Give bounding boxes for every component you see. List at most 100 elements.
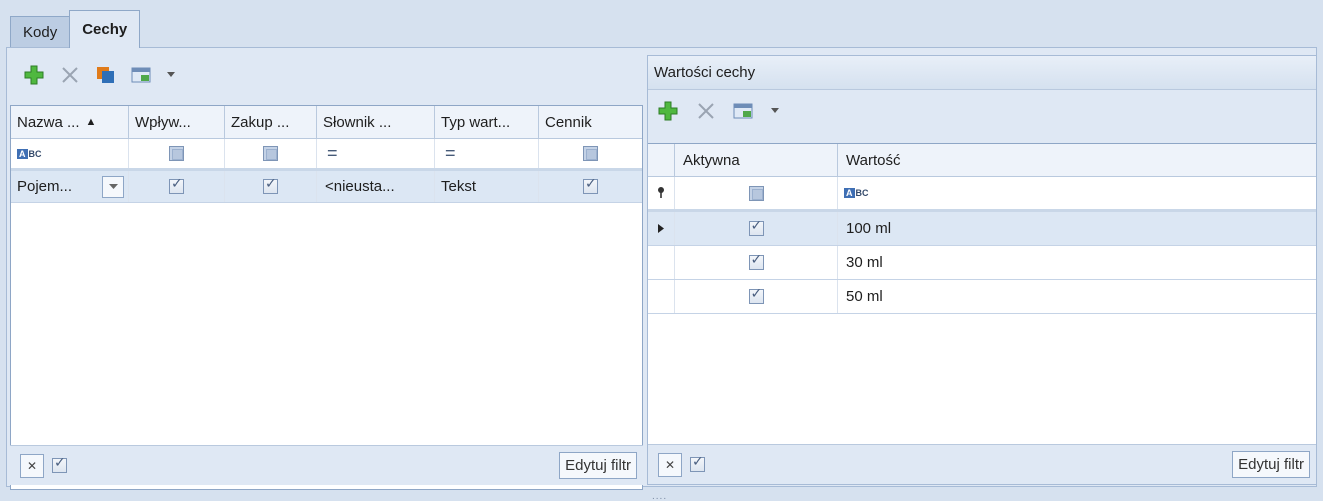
checkbox[interactable] <box>748 252 764 270</box>
cell-wartosc[interactable]: 100 ml <box>838 212 1316 245</box>
features-filter-bar: ✕ Edytuj filtr <box>10 445 643 485</box>
checkbox[interactable] <box>583 176 598 194</box>
cell-wplyw[interactable] <box>129 171 225 202</box>
col-nazwa[interactable]: Nazwa ... ▲ <box>11 106 129 138</box>
col-typ-label: Typ wart... <box>441 113 511 131</box>
dropdown-arrow-icon[interactable] <box>770 99 780 123</box>
dropdown-arrow-icon[interactable] <box>166 63 176 87</box>
cell-slownik-value: <nieusta... <box>325 178 395 195</box>
checkbox[interactable] <box>263 176 278 194</box>
export-icon[interactable] <box>732 99 756 123</box>
filter-wplyw[interactable] <box>129 139 225 168</box>
window-frame: Kody Cechy Nazwa ... ▲ Wpływ... Zakup ..… <box>0 0 1323 501</box>
col-aktywna-label: Aktywna <box>683 151 740 169</box>
feature-values-grid: Aktywna Wartość ABC 100 ml 30 <box>648 143 1316 445</box>
filter-checkbox[interactable] <box>748 185 764 201</box>
close-icon: ✕ <box>664 458 676 472</box>
col-slownik[interactable]: Słownik ... <box>317 106 435 138</box>
add-icon[interactable] <box>656 99 680 123</box>
values-filter-row: A BC <box>648 177 1316 212</box>
cell-wartosc[interactable]: 30 ml <box>838 246 1316 279</box>
cell-wartosc-value: 50 ml <box>846 288 883 305</box>
col-wplyw-label: Wpływ... <box>135 113 191 131</box>
features-grid: Nazwa ... ▲ Wpływ... Zakup ... Słownik .… <box>10 105 643 490</box>
cell-typ-value: Tekst <box>441 178 477 195</box>
cell-nazwa[interactable]: Pojem... <box>11 171 129 202</box>
features-panel: Nazwa ... ▲ Wpływ... Zakup ... Słownik .… <box>10 55 643 490</box>
tab-cechy[interactable]: Cechy <box>69 10 141 48</box>
row-indicator <box>648 246 675 279</box>
equals-operator: = <box>445 143 456 163</box>
filter-nazwa[interactable]: A BC <box>11 139 129 168</box>
filter-slownik[interactable]: = <box>317 139 435 168</box>
col-cennik[interactable]: Cennik <box>539 106 642 138</box>
cell-cennik[interactable] <box>539 171 642 202</box>
col-aktywna[interactable]: Aktywna <box>675 144 838 176</box>
cell-wartosc-value: 30 ml <box>846 254 883 271</box>
cell-wartosc-value: 100 ml <box>846 220 892 237</box>
cell-zakup[interactable] <box>225 171 317 202</box>
edit-filter-label: Edytuj filtr <box>565 457 631 474</box>
feature-values-panel: Wartości cechy Aktywna Wartość A BC ✓ 10… <box>647 55 1317 485</box>
cell-nazwa-value: Pojem... <box>17 178 73 195</box>
features-header-row: Nazwa ... ▲ Wpływ... Zakup ... Słownik .… <box>11 106 642 139</box>
tab-kody[interactable]: Kody <box>10 16 71 48</box>
delete-icon[interactable] <box>694 99 718 123</box>
close-icon: ✕ <box>26 459 38 473</box>
filter-enabled-checkbox[interactable] <box>690 454 705 472</box>
copy-icon[interactable] <box>94 63 118 87</box>
filter-zakup[interactable] <box>225 139 317 168</box>
col-zakup[interactable]: Zakup ... <box>225 106 317 138</box>
equals-operator: = <box>327 143 338 163</box>
col-wplyw[interactable]: Wpływ... <box>129 106 225 138</box>
edit-filter-button[interactable]: Edytuj filtr <box>1232 451 1310 478</box>
checkbox[interactable] <box>748 286 764 304</box>
row-pointer-icon <box>648 212 675 245</box>
col-cennik-label: Cennik <box>545 113 592 131</box>
features-toolbar <box>10 55 176 95</box>
filter-enabled-checkbox[interactable] <box>52 455 67 473</box>
abc-filter-icon: A BC <box>17 148 42 159</box>
filter-aktywna[interactable] <box>675 177 838 209</box>
clear-filter-button[interactable]: ✕ <box>658 453 682 477</box>
cell-aktywna[interactable] <box>675 212 838 245</box>
col-slownik-label: Słownik ... <box>323 113 392 131</box>
filter-checkbox[interactable] <box>263 146 278 161</box>
filter-wartosc[interactable]: A BC <box>838 177 1316 209</box>
row-indicator <box>648 280 675 313</box>
table-row[interactable]: 30 ml <box>648 246 1316 280</box>
values-header-row: Aktywna Wartość <box>648 144 1316 177</box>
cell-aktywna[interactable] <box>675 280 838 313</box>
checkbox[interactable] <box>748 218 764 236</box>
col-wartosc[interactable]: Wartość <box>838 144 1316 176</box>
edit-filter-label: Edytuj filtr <box>1238 456 1304 473</box>
values-filter-bar: ✕ Edytuj filtr <box>648 444 1316 484</box>
row-indicator-header <box>648 144 675 176</box>
checkbox[interactable] <box>169 176 184 194</box>
col-typ[interactable]: Typ wart... <box>435 106 539 138</box>
sort-asc-icon: ▲ <box>85 116 97 128</box>
col-wartosc-label: Wartość <box>846 151 901 169</box>
table-row[interactable]: 50 ml <box>648 280 1316 314</box>
filter-checkbox[interactable] <box>169 146 184 161</box>
tab-kody-label: Kody <box>23 24 58 41</box>
splitter-dots: .... <box>652 491 668 501</box>
panel-title: Wartości cechy <box>654 64 756 81</box>
features-filter-row: A BC = = <box>11 139 642 171</box>
splitter-grip[interactable]: .... <box>652 491 667 501</box>
clear-filter-button[interactable]: ✕ <box>20 454 44 478</box>
cell-wartosc[interactable]: 50 ml <box>838 280 1316 313</box>
table-row[interactable]: Pojem... <nieusta... Tekst <box>11 171 642 203</box>
tab-cechy-label: Cechy <box>82 21 128 38</box>
edit-filter-button[interactable]: Edytuj filtr <box>559 452 637 479</box>
add-icon[interactable] <box>22 63 46 87</box>
filter-cennik[interactable] <box>539 139 642 168</box>
export-icon[interactable] <box>130 63 154 87</box>
col-zakup-label: Zakup ... <box>231 113 290 131</box>
chevron-down-icon[interactable] <box>102 175 124 198</box>
filter-typ[interactable]: = <box>435 139 539 168</box>
delete-icon[interactable] <box>58 63 82 87</box>
cell-aktywna[interactable] <box>675 246 838 279</box>
filter-checkbox[interactable] <box>583 146 598 161</box>
table-row[interactable]: 100 ml <box>648 212 1316 246</box>
